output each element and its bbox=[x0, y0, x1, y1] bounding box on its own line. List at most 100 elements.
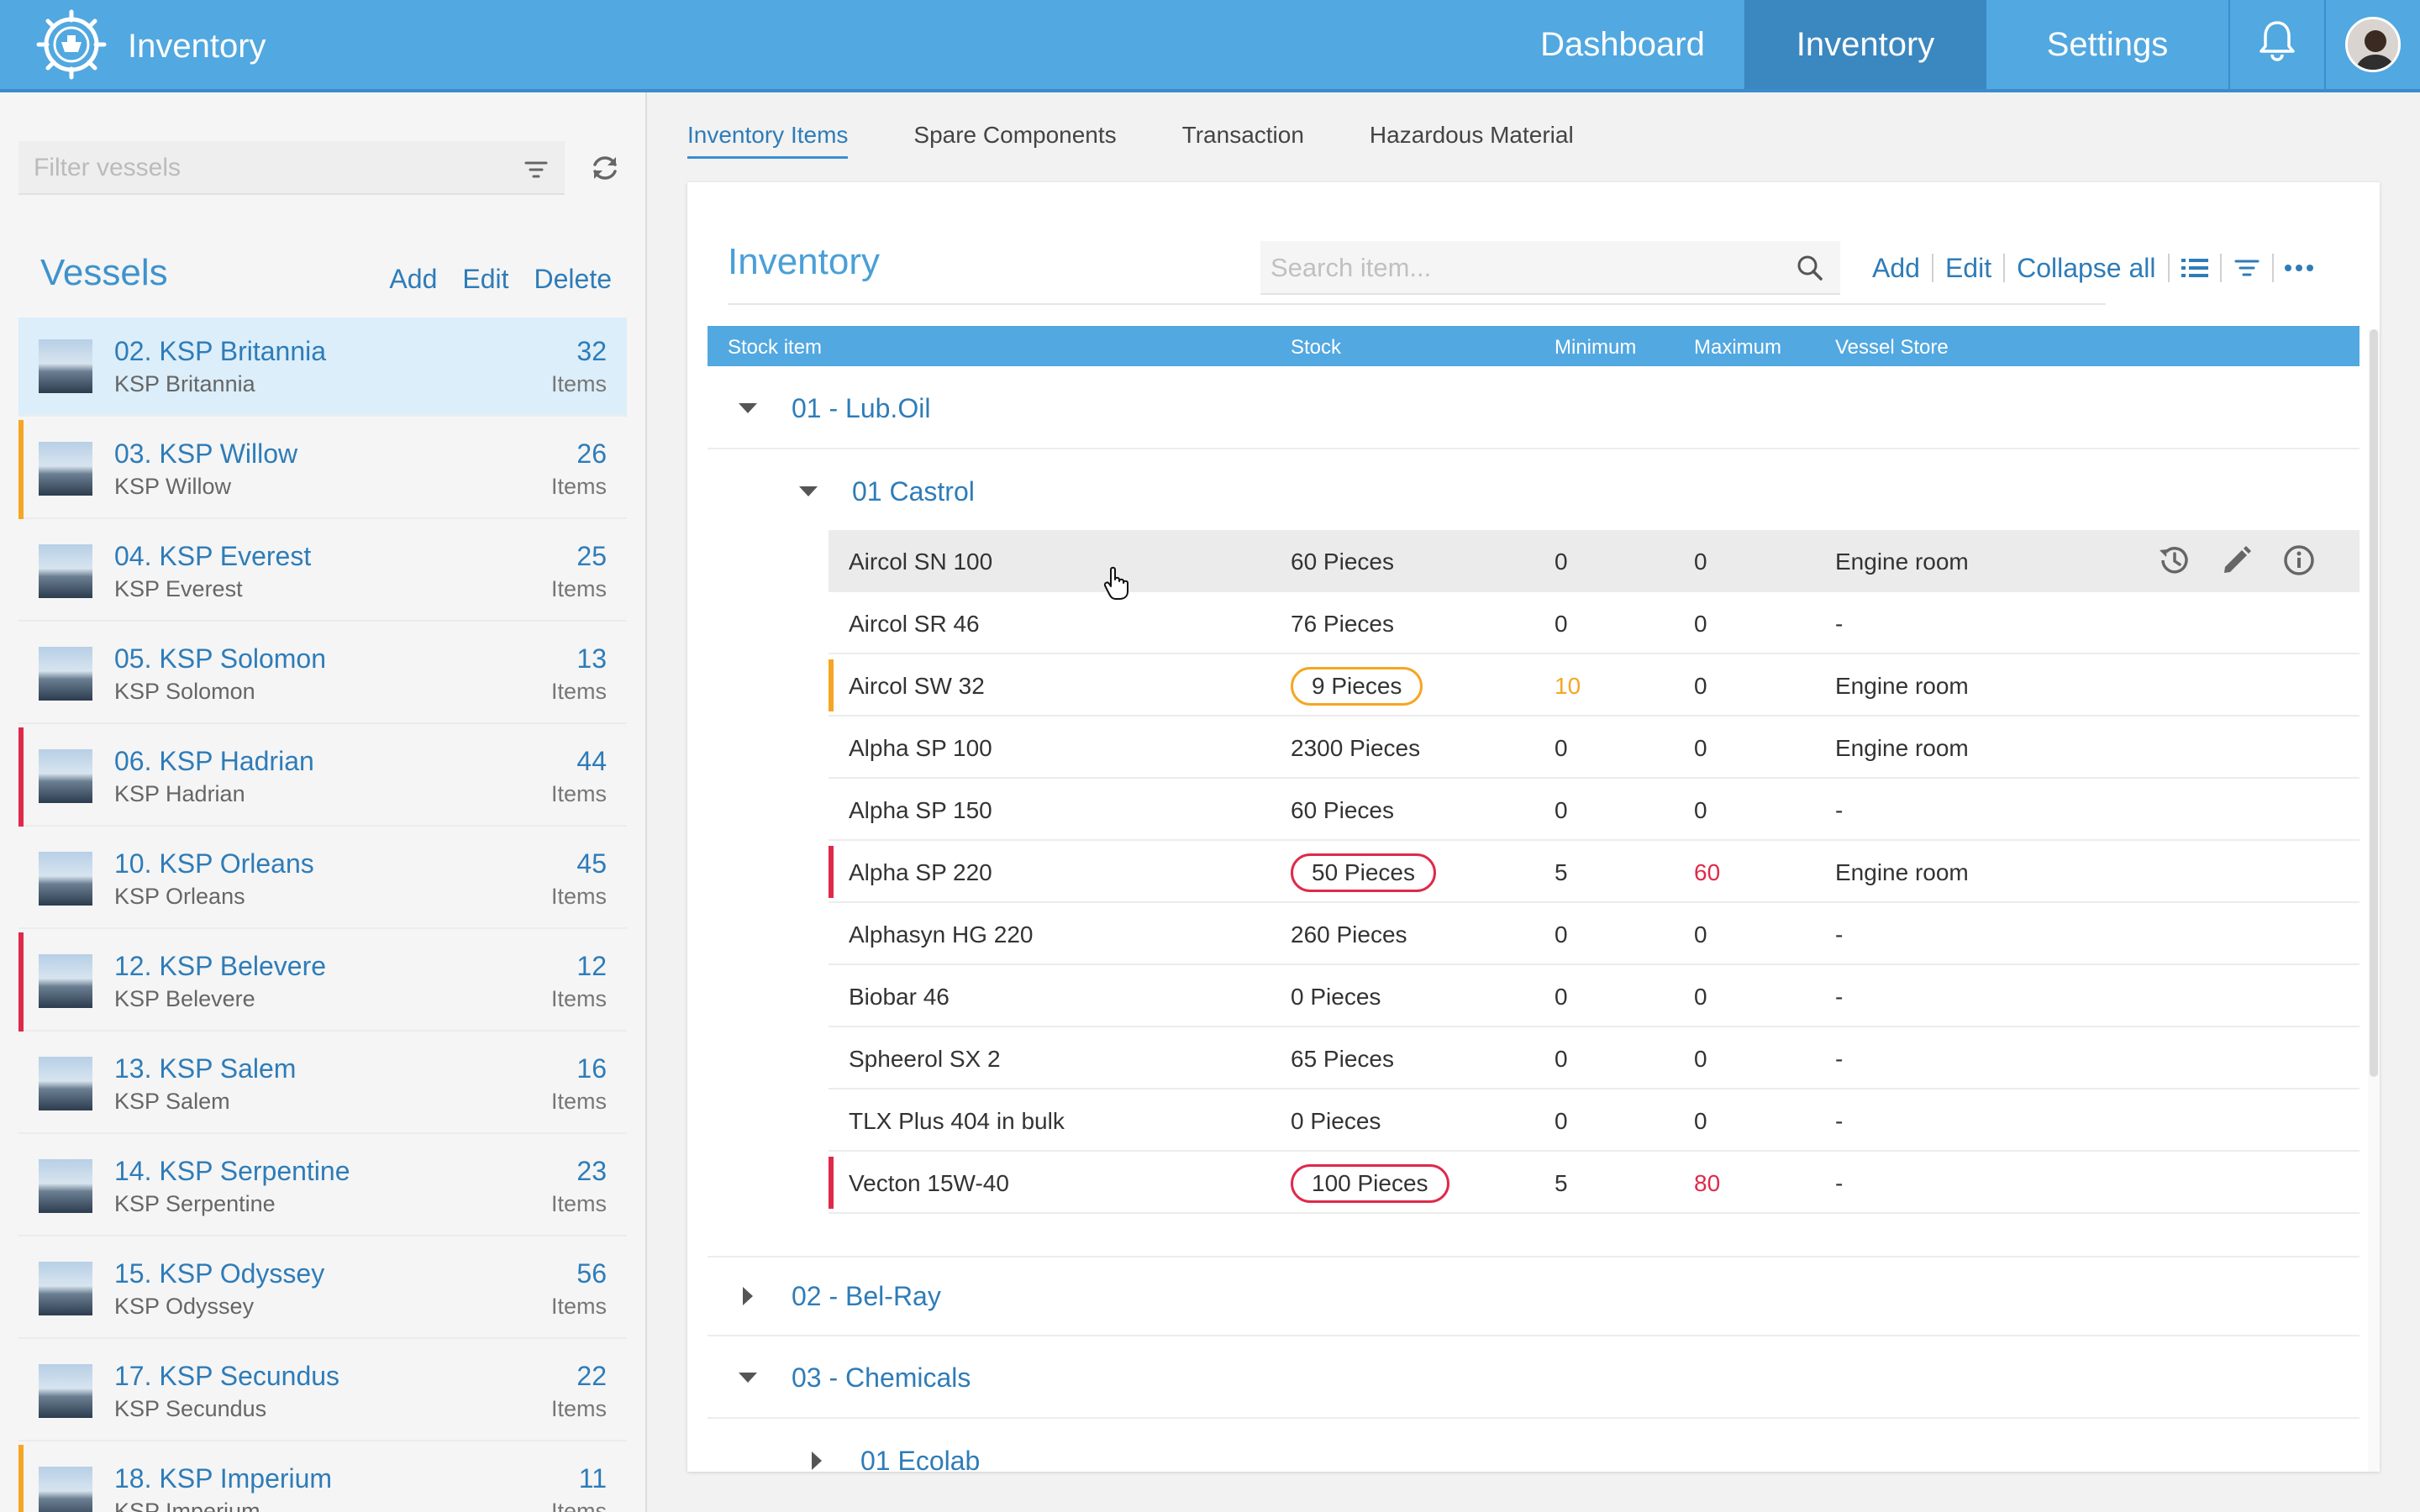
list-icon[interactable] bbox=[2170, 244, 2220, 291]
vessel-list-item[interactable]: 05. KSP Solomon KSP Solomon 13 Items bbox=[18, 625, 627, 724]
vessel-list-item[interactable]: 02. KSP Britannia KSP Britannia 32 Items bbox=[18, 318, 627, 417]
user-menu[interactable] bbox=[2324, 0, 2420, 89]
vessel-list-item[interactable]: 10. KSP Orleans KSP Orleans 45 Items bbox=[18, 830, 627, 929]
vessel-list-item[interactable]: 03. KSP Willow KSP Willow 26 Items bbox=[18, 420, 627, 519]
table-row[interactable]: Alphasyn HG 220 260 Pieces 0 0 - bbox=[829, 903, 2360, 965]
maximum-cell: 0 bbox=[1694, 673, 1707, 699]
subgroup-row[interactable]: 01 Castrol bbox=[768, 451, 2360, 532]
vessel-thumbnail bbox=[39, 749, 92, 803]
vessel-thumbnail bbox=[39, 852, 92, 906]
add-item-button[interactable]: Add bbox=[1860, 253, 1932, 284]
vessel-item-count: 11 bbox=[578, 1463, 607, 1494]
col-vessel-store[interactable]: Vessel Store bbox=[1835, 336, 1949, 360]
group-row[interactable]: 03 - Chemicals bbox=[708, 1338, 2360, 1419]
search-icon[interactable] bbox=[1795, 253, 1825, 283]
minimum-cell: 0 bbox=[1555, 1108, 1568, 1134]
col-maximum[interactable]: Maximum bbox=[1694, 336, 1781, 360]
vessel-store-cell: - bbox=[1835, 611, 1844, 637]
vessel-list-item[interactable]: 14. KSP Serpentine KSP Serpentine 23 Ite… bbox=[18, 1137, 627, 1236]
table-row[interactable]: Vecton 15W-40 100 Pieces 5 80 - bbox=[829, 1152, 2360, 1214]
subgroup-row[interactable]: 01 Ecolab bbox=[768, 1420, 2360, 1472]
vessel-name: 15. KSP Odyssey bbox=[114, 1258, 325, 1289]
vessel-name: 04. KSP Everest bbox=[114, 541, 312, 571]
tab-inventory-items[interactable]: Inventory Items bbox=[687, 122, 849, 159]
table-row[interactable]: Alpha SP 220 50 Pieces 5 60 Engine room bbox=[829, 841, 2360, 903]
col-stock-item[interactable]: Stock item bbox=[728, 336, 822, 360]
status-flag bbox=[829, 659, 834, 711]
filter-icon[interactable] bbox=[521, 155, 551, 185]
table-row[interactable]: Aircol SR 46 76 Pieces 0 0 - bbox=[829, 592, 2360, 654]
nav-settings[interactable]: Settings bbox=[1986, 0, 2228, 89]
stock-cell: 60 Pieces bbox=[1291, 549, 1394, 575]
caret-down-icon[interactable] bbox=[734, 1364, 761, 1391]
table-row[interactable]: Biobar 46 0 Pieces 0 0 - bbox=[829, 965, 2360, 1027]
vessel-list-item[interactable]: 17. KSP Secundus KSP Secundus 22 Items bbox=[18, 1342, 627, 1441]
edit-item-button[interactable]: Edit bbox=[1933, 253, 2003, 284]
item-name: TLX Plus 404 in bulk bbox=[849, 1108, 1065, 1134]
search-input[interactable] bbox=[1270, 241, 1775, 295]
brand[interactable]: Inventory bbox=[35, 9, 266, 82]
vessel-thumbnail bbox=[39, 339, 92, 393]
vessel-item-unit: Items bbox=[550, 1499, 607, 1512]
minimum-cell: 0 bbox=[1555, 984, 1568, 1010]
vessel-list-item[interactable]: 06. KSP Hadrian KSP Hadrian 44 Items bbox=[18, 727, 627, 827]
table-row[interactable]: Alpha SP 100 2300 Pieces 0 0 Engine room bbox=[829, 717, 2360, 779]
vessel-subtitle: KSP Imperium bbox=[114, 1499, 260, 1512]
history-icon[interactable] bbox=[2156, 542, 2193, 579]
vessel-thumbnail bbox=[39, 1364, 92, 1418]
scrollbar-thumb[interactable] bbox=[2370, 329, 2378, 1077]
maximum-cell: 0 bbox=[1694, 984, 1707, 1010]
delete-vessel-button[interactable]: Delete bbox=[534, 264, 613, 295]
vessel-list-item[interactable]: 15. KSP Odyssey KSP Odyssey 56 Items bbox=[18, 1240, 627, 1339]
vessel-thumbnail bbox=[39, 1057, 92, 1110]
collapse-all-button[interactable]: Collapse all bbox=[2005, 253, 2167, 284]
group-row[interactable]: 01 - Lub.Oil bbox=[708, 369, 2360, 449]
caret-right-icon[interactable] bbox=[803, 1447, 830, 1472]
vessel-item-count: 45 bbox=[576, 848, 607, 879]
caret-right-icon[interactable] bbox=[734, 1283, 761, 1310]
notifications-button[interactable] bbox=[2228, 0, 2324, 89]
vessel-list-item[interactable]: 12. KSP Belevere KSP Belevere 12 Items bbox=[18, 932, 627, 1032]
stock-cell: 260 Pieces bbox=[1291, 921, 1407, 948]
table-row[interactable]: Spheerol SX 2 65 Pieces 0 0 - bbox=[829, 1027, 2360, 1089]
table-row[interactable]: Alpha SP 150 60 Pieces 0 0 - bbox=[829, 779, 2360, 841]
add-vessel-button[interactable]: Add bbox=[389, 264, 437, 295]
tab-spare-components[interactable]: Spare Components bbox=[913, 122, 1116, 159]
vessel-list-item[interactable]: 18. KSP Imperium KSP Imperium 11 Items bbox=[18, 1445, 627, 1512]
minimum-cell: 5 bbox=[1555, 859, 1568, 885]
more-icon[interactable] bbox=[2274, 244, 2324, 291]
vessel-list-item[interactable]: 04. KSP Everest KSP Everest 25 Items bbox=[18, 522, 627, 622]
vessel-name: 13. KSP Salem bbox=[114, 1053, 297, 1084]
vessel-item-count: 13 bbox=[576, 643, 607, 674]
table-row[interactable]: Aircol SN 100 60 Pieces 0 0 Engine room bbox=[829, 530, 2360, 592]
filter-vessels-field[interactable] bbox=[18, 141, 565, 195]
col-stock[interactable]: Stock bbox=[1291, 336, 1341, 360]
vessel-name: 06. KSP Hadrian bbox=[114, 746, 314, 776]
nav-dashboard[interactable]: Dashboard bbox=[1501, 0, 1744, 89]
filter-icon[interactable] bbox=[2222, 244, 2272, 291]
vessel-list-item[interactable]: 13. KSP Salem KSP Salem 16 Items bbox=[18, 1035, 627, 1134]
top-bar: Inventory Dashboard Inventory Settings bbox=[0, 0, 2420, 92]
vessel-list: 02. KSP Britannia KSP Britannia 32 Items… bbox=[18, 318, 627, 1512]
item-name: Alpha SP 100 bbox=[849, 735, 992, 761]
table-row[interactable]: Aircol SW 32 9 Pieces 10 0 Engine room bbox=[829, 654, 2360, 717]
vessel-item-unit: Items bbox=[550, 781, 607, 806]
col-minimum[interactable]: Minimum bbox=[1555, 336, 1636, 360]
tab-hazardous-material[interactable]: Hazardous Material bbox=[1370, 122, 1574, 159]
maximum-cell: 0 bbox=[1694, 797, 1707, 823]
group-row[interactable]: 02 - Bel-Ray bbox=[708, 1256, 2360, 1336]
vessel-item-unit: Items bbox=[550, 1396, 607, 1421]
table-row[interactable]: TLX Plus 404 in bulk 0 Pieces 0 0 - bbox=[829, 1089, 2360, 1152]
filter-vessels-input[interactable] bbox=[34, 141, 504, 195]
caret-down-icon[interactable] bbox=[734, 395, 761, 422]
refresh-icon[interactable] bbox=[588, 151, 622, 185]
info-icon[interactable] bbox=[2281, 542, 2317, 579]
status-flag bbox=[829, 846, 834, 898]
tab-transaction[interactable]: Transaction bbox=[1182, 122, 1304, 159]
edit-pencil-icon[interactable] bbox=[2218, 542, 2255, 579]
edit-vessel-button[interactable]: Edit bbox=[462, 264, 508, 295]
search-field[interactable] bbox=[1260, 241, 1840, 295]
caret-down-icon[interactable] bbox=[795, 478, 822, 505]
minimum-cell: 0 bbox=[1555, 611, 1568, 637]
nav-inventory[interactable]: Inventory bbox=[1744, 0, 1986, 89]
